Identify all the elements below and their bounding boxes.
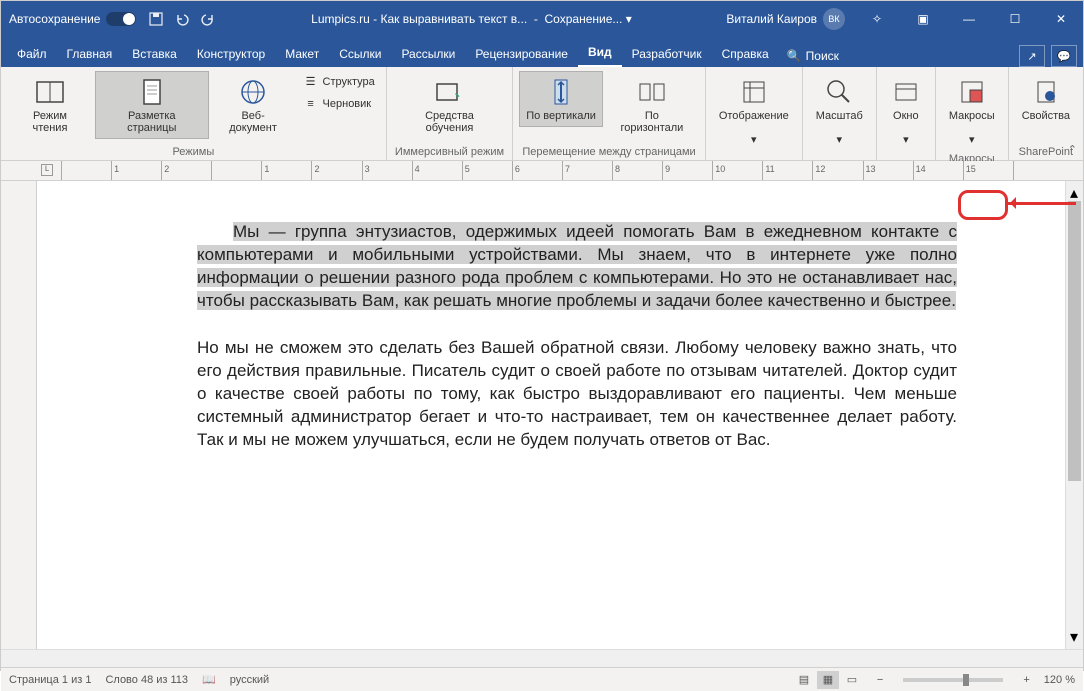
show-button[interactable]: Отображение▾ [712, 71, 796, 151]
tab-review[interactable]: Рецензирование [465, 41, 578, 67]
draft-button[interactable]: ≡ Черновик [298, 93, 380, 115]
document-area[interactable]: Мы — группа энтузиастов, одержимых идеей… [37, 181, 1083, 649]
view-buttons: ▤ ▦ ▭ [793, 671, 863, 689]
zoom-out-icon[interactable]: − [877, 674, 883, 686]
autosave-label: Автосохранение [9, 12, 100, 26]
page-content[interactable]: Мы — группа энтузиастов, одержимых идеей… [197, 221, 957, 451]
maximize-icon[interactable]: ☐ [1001, 12, 1029, 26]
print-view-icon[interactable]: ▦ [817, 671, 839, 689]
status-words[interactable]: Слово 48 из 113 [105, 674, 188, 686]
vertical-pages-button[interactable]: По вертикали [519, 71, 603, 127]
group-label-immersive: Иммерсивный режим [393, 144, 506, 158]
window-button[interactable]: Окно▾ [883, 71, 929, 151]
autosave-toggle[interactable]: Автосохранение [9, 12, 136, 26]
tab-references[interactable]: Ссылки [329, 41, 391, 67]
scrollbar-thumb[interactable] [1068, 201, 1081, 481]
tab-insert[interactable]: Вставка [122, 41, 187, 67]
user-name: Виталий Каиров [726, 12, 817, 26]
print-layout-icon [136, 76, 168, 108]
horizontal-ruler[interactable]: 12123456789101112131415 [1, 161, 1083, 181]
group-show: Отображение▾ [706, 67, 803, 160]
save-icon[interactable] [148, 11, 164, 27]
share-icon[interactable]: ↗ [1019, 45, 1045, 67]
draft-icon: ≡ [303, 96, 319, 112]
comments-icon[interactable]: 💬 [1051, 45, 1077, 67]
group-label-views: Режимы [7, 144, 380, 158]
status-language[interactable]: русский [230, 674, 269, 686]
zoom-icon [823, 76, 855, 108]
horizontal-pages-button[interactable]: По горизонтали [605, 71, 699, 139]
tab-layout[interactable]: Макет [275, 41, 329, 67]
search-box[interactable]: 🔍 Поиск [779, 45, 847, 67]
collapse-ribbon-icon[interactable]: ⌃ [1068, 143, 1077, 156]
learning-tools-icon [433, 76, 465, 108]
ribbon: Режим чтения Разметка страницы Веб-докум… [1, 67, 1083, 161]
quick-access-toolbar [148, 11, 216, 27]
ribbon-options-icon[interactable]: ✧ [863, 12, 891, 26]
scroll-up-icon[interactable]: ▴ [1070, 183, 1078, 203]
tab-home[interactable]: Главная [57, 41, 123, 67]
tab-design[interactable]: Конструктор [187, 41, 275, 67]
group-label-page-movement: Перемещение между страницами [519, 144, 699, 158]
zoom-level[interactable]: 120 % [1044, 674, 1075, 686]
print-layout-button[interactable]: Разметка страницы [95, 71, 209, 139]
zoom-button[interactable]: Масштаб▾ [809, 71, 870, 151]
spell-check-icon[interactable]: 📖 [202, 673, 216, 686]
group-window: Окно▾ [877, 67, 936, 160]
group-macros: Макросы▾ Макросы [936, 67, 1009, 160]
vertical-ruler[interactable] [1, 181, 37, 649]
read-mode-button[interactable]: Режим чтения [7, 71, 93, 139]
web-layout-icon [237, 76, 269, 108]
ribbon-tabs: Файл Главная Вставка Конструктор Макет С… [1, 37, 1083, 67]
close-icon[interactable]: ✕ [1047, 12, 1075, 26]
paragraph-1[interactable]: Мы — группа энтузиастов, одержимых идеей… [197, 221, 957, 313]
vertical-pages-icon [545, 76, 577, 108]
minimize-icon[interactable]: — [955, 12, 983, 26]
web-layout-button[interactable]: Веб-документ [211, 71, 296, 139]
group-page-movement: По вертикали По горизонтали Перемещение … [513, 67, 706, 160]
workspace: Мы — группа энтузиастов, одержимых идеей… [1, 181, 1083, 649]
group-views: Режим чтения Разметка страницы Веб-докум… [1, 67, 387, 160]
window-icon [890, 76, 922, 108]
redo-icon[interactable] [200, 11, 216, 27]
document-title: Lumpics.ru - Как выравнивать текст в... … [216, 12, 726, 26]
ribbon-display-icon[interactable]: ▣ [909, 12, 937, 26]
show-icon [738, 76, 770, 108]
read-mode-icon [34, 76, 66, 108]
zoom-in-icon[interactable]: + [1023, 674, 1029, 686]
avatar: ВК [823, 8, 845, 30]
status-page[interactable]: Страница 1 из 1 [9, 674, 91, 686]
paragraph-2[interactable]: Но мы не сможем это сделать без Вашей об… [197, 337, 957, 452]
title-bar: Автосохранение Lumpics.ru - Как выравнив… [1, 1, 1083, 37]
zoom-slider[interactable] [903, 678, 1003, 682]
outline-button[interactable]: ☰ Структура [298, 71, 380, 93]
web-view-icon[interactable]: ▭ [841, 671, 863, 689]
vertical-scrollbar[interactable]: ▴ ▾ [1065, 181, 1083, 649]
group-zoom: Масштаб▾ [803, 67, 877, 160]
tab-help[interactable]: Справка [712, 41, 779, 67]
scroll-down-icon[interactable]: ▾ [1070, 627, 1078, 647]
tab-mailings[interactable]: Рассылки [391, 41, 465, 67]
macros-icon [956, 76, 988, 108]
tab-view[interactable]: Вид [578, 39, 622, 67]
tab-file[interactable]: Файл [7, 41, 57, 67]
undo-icon[interactable] [174, 11, 190, 27]
properties-icon [1030, 76, 1062, 108]
horizontal-scrollbar[interactable] [1, 649, 1083, 667]
read-view-icon[interactable]: ▤ [793, 671, 815, 689]
horizontal-pages-icon [636, 76, 668, 108]
toggle-switch[interactable] [106, 12, 136, 26]
outline-icon: ☰ [303, 74, 319, 90]
macros-button[interactable]: Макросы▾ [942, 71, 1002, 151]
user-account[interactable]: Виталий Каиров ВК [726, 8, 845, 30]
group-immersive: Средства обучения Иммерсивный режим [387, 67, 513, 160]
properties-button[interactable]: Свойства [1015, 71, 1077, 127]
learning-tools-button[interactable]: Средства обучения [393, 71, 506, 139]
window-controls: ✧ ▣ — ☐ ✕ [863, 12, 1075, 26]
tab-developer[interactable]: Разработчик [622, 41, 712, 67]
